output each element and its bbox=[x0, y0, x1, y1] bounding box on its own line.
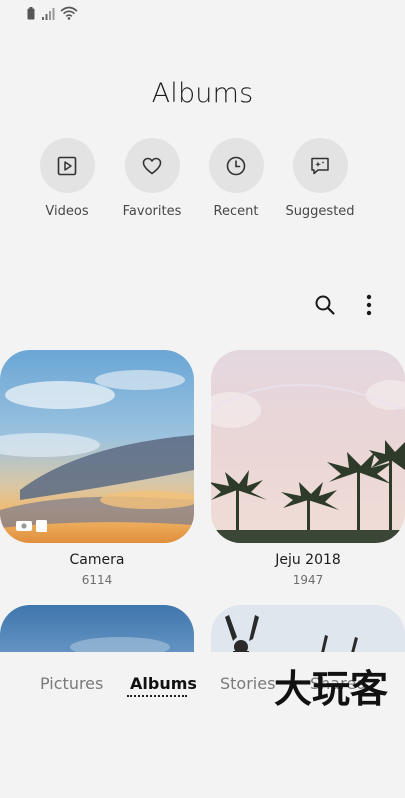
sparkle-chat-icon bbox=[311, 157, 329, 174]
recent-label: Recent bbox=[213, 204, 259, 219]
watermark-logo: 大玩客 bbox=[274, 667, 388, 710]
page-title: Albums bbox=[151, 78, 254, 109]
sky-sunset-image bbox=[0, 350, 194, 543]
album-thumbnail-jeju-2018[interactable] bbox=[211, 350, 405, 543]
videos-circle bbox=[39, 138, 95, 193]
tab-albums[interactable]: Albums bbox=[130, 674, 197, 693]
recent-circle bbox=[208, 138, 264, 193]
search-icon bbox=[315, 295, 335, 315]
palm-trees-image bbox=[211, 350, 405, 543]
album-thumbnail-camera[interactable] bbox=[0, 350, 194, 543]
suggested-label: Suggested bbox=[285, 204, 355, 219]
suggested-circle bbox=[292, 138, 348, 193]
tab-pictures[interactable]: Pictures bbox=[40, 674, 103, 693]
videos-label: Videos bbox=[45, 204, 89, 219]
suggested-shortcut[interactable]: Suggested bbox=[277, 138, 363, 219]
status-bar bbox=[0, 0, 405, 28]
album-count-jeju-2018: 1947 bbox=[292, 573, 324, 587]
recent-shortcut[interactable]: Recent bbox=[193, 138, 279, 219]
album-type-icons bbox=[16, 520, 47, 532]
heart-icon bbox=[142, 157, 162, 174]
wifi-icon bbox=[60, 6, 78, 20]
watermark-text: 大玩客 bbox=[274, 667, 388, 710]
clock-icon bbox=[226, 156, 246, 175]
videos-shortcut[interactable]: Videos bbox=[24, 138, 110, 219]
play-icon bbox=[57, 156, 77, 175]
tab-stories[interactable]: Stories bbox=[220, 674, 275, 693]
battery-icon bbox=[27, 7, 35, 20]
album-name-camera: Camera bbox=[69, 552, 125, 568]
more-vertical-icon bbox=[366, 294, 372, 316]
favorites-shortcut[interactable]: Favorites bbox=[109, 138, 195, 219]
album-count-camera: 6114 bbox=[81, 573, 113, 587]
favorites-circle bbox=[124, 138, 180, 193]
album-name-jeju-2018: Jeju 2018 bbox=[275, 552, 341, 568]
search-button[interactable] bbox=[311, 291, 339, 319]
more-options-button[interactable] bbox=[355, 291, 383, 319]
active-tab-indicator bbox=[127, 695, 187, 697]
favorites-label: Favorites bbox=[122, 204, 182, 219]
signal-icon bbox=[42, 8, 55, 20]
